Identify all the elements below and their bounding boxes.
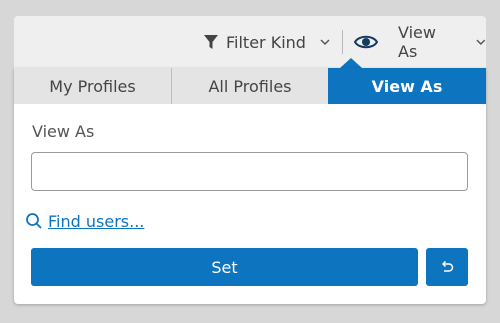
tab-my-profiles[interactable]: My Profiles: [14, 68, 172, 104]
profile-tabs: My Profiles All Profiles View As: [14, 68, 486, 104]
chevron-down-icon: [476, 39, 486, 45]
undo-icon: [441, 260, 454, 272]
tab-all-profiles[interactable]: All Profiles: [172, 68, 328, 104]
find-users-label: Find users...: [48, 211, 145, 231]
view-as-input[interactable]: [31, 152, 468, 191]
toolbar-divider: [342, 30, 343, 54]
search-icon: [26, 213, 42, 229]
find-users-link[interactable]: Find users...: [26, 210, 144, 232]
view-as-field-label: View As: [32, 122, 95, 141]
toolbar: Filter Kind View As: [14, 16, 486, 68]
tab-view-as[interactable]: View As: [328, 68, 486, 104]
reset-button[interactable]: [426, 248, 468, 286]
chevron-down-icon: [320, 38, 330, 45]
filter-kind-dropdown[interactable]: Filter Kind: [204, 31, 330, 53]
filter-icon: [204, 35, 218, 49]
view-as-dropdown[interactable]: View As: [398, 23, 486, 61]
view-as-panel: My Profiles All Profiles View As View As…: [14, 68, 486, 304]
eye-icon[interactable]: [354, 34, 378, 50]
set-button[interactable]: Set: [31, 248, 418, 286]
popover-caret: [340, 58, 362, 68]
view-as-label: View As: [398, 23, 436, 61]
filter-kind-label: Filter Kind: [226, 32, 306, 52]
